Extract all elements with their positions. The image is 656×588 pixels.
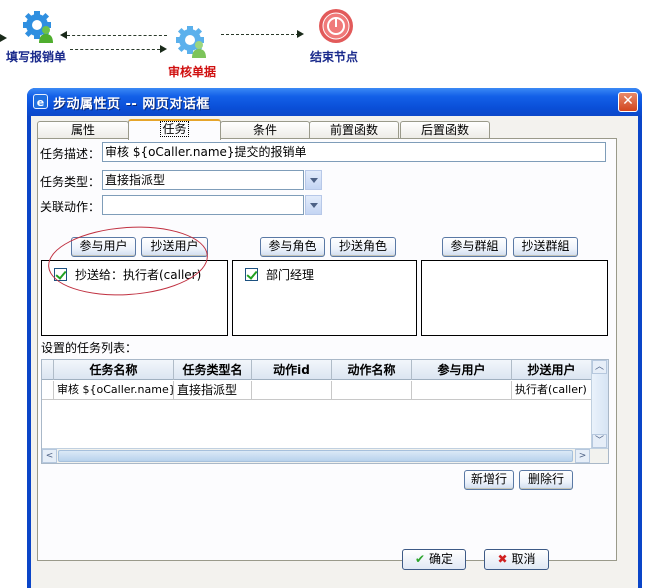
- horizontal-scroll-thumb[interactable]: [58, 450, 573, 462]
- chevron-down-icon: ﹀: [594, 436, 604, 446]
- column-header[interactable]: 任务类型名: [174, 360, 252, 380]
- row-header-cell: [42, 381, 54, 400]
- step-properties-dialog: e 步动属性页 -- 网页对话框 ✕ 属性 任务 条件 前置函数 后置函数 任务…: [27, 88, 642, 588]
- groups-listbox[interactable]: [421, 260, 608, 336]
- checkbox-checked[interactable]: [245, 268, 258, 281]
- vertical-scrollbar[interactable]: ︿ ﹀: [591, 360, 608, 448]
- scroll-right-button[interactable]: >: [575, 449, 590, 463]
- scroll-up-button[interactable]: ︿: [592, 360, 607, 374]
- task-type-label: 任务类型：: [40, 175, 101, 189]
- column-header[interactable]: 参与用户: [412, 360, 512, 380]
- task-desc-label: 任务描述：: [40, 147, 101, 161]
- scroll-left-button[interactable]: <: [42, 449, 57, 463]
- task-type-dropdown-button[interactable]: [305, 170, 322, 190]
- table-cell[interactable]: [412, 381, 512, 400]
- dialog-title: 步动属性页 -- 网页对话框: [53, 97, 210, 112]
- cc-role-button[interactable]: 抄送角色: [330, 237, 396, 257]
- arrow-back-head: [60, 31, 67, 39]
- chevron-right-icon: >: [578, 451, 587, 461]
- add-row-button[interactable]: 新增行: [464, 470, 514, 490]
- action-select[interactable]: [102, 195, 304, 215]
- delete-row-button[interactable]: 删除行: [519, 470, 573, 490]
- ok-button[interactable]: ✔ 确定: [402, 549, 466, 570]
- tab-pre-function[interactable]: 前置函数: [309, 121, 399, 139]
- chevron-left-icon: <: [45, 451, 54, 461]
- node-label-fill-expense[interactable]: 填写报销单: [6, 48, 66, 65]
- column-header[interactable]: 抄送用户: [512, 360, 592, 380]
- arrow-end-head: [297, 30, 304, 38]
- node-label-end[interactable]: 结束节点: [310, 48, 358, 65]
- cross-icon: ✖: [497, 552, 508, 566]
- task-list-label: 设置的任务列表：: [41, 341, 138, 355]
- dialog-client-area: 属性 任务 条件 前置函数 后置函数 任务描述： 审核 ${oCaller.na…: [31, 116, 638, 588]
- node-label-review[interactable]: 审核单据: [168, 63, 216, 80]
- table-cell[interactable]: 审核 ${oCaller.name}: [54, 381, 174, 400]
- participant-group-button[interactable]: 参与群組: [442, 237, 507, 257]
- column-header[interactable]: 动作id: [252, 360, 332, 380]
- table-cell[interactable]: 直接指派型: [174, 381, 252, 400]
- row-header-cell: [42, 360, 54, 380]
- connector-forward: [70, 49, 160, 50]
- table-cell[interactable]: 执行者(caller): [512, 381, 592, 400]
- incoming-arrow: [0, 34, 7, 42]
- roles-listbox[interactable]: 部门经理: [232, 260, 417, 336]
- cancel-button[interactable]: ✖ 取消: [484, 549, 549, 570]
- table-cell[interactable]: [252, 381, 332, 400]
- list-item[interactable]: 部门经理: [245, 266, 314, 283]
- task-node-icon[interactable]: [175, 25, 209, 59]
- column-header[interactable]: 任务名称: [54, 360, 174, 380]
- task-type-select[interactable]: 直接指派型: [102, 170, 304, 190]
- end-node-icon[interactable]: [318, 8, 354, 44]
- cc-group-button[interactable]: 抄送群組: [513, 237, 578, 257]
- ie-icon: e: [33, 94, 48, 109]
- scroll-down-button[interactable]: ﹀: [592, 434, 607, 448]
- connector-to-end: [221, 34, 299, 35]
- participant-role-button[interactable]: 参与角色: [260, 237, 325, 257]
- arrow-forward-head: [160, 45, 167, 53]
- table-cell[interactable]: [332, 381, 412, 400]
- task-desc-input[interactable]: 审核 ${oCaller.name}提交的报销单: [102, 142, 606, 162]
- checkmark-icon: ✔: [415, 552, 426, 566]
- tab-post-function[interactable]: 后置函数: [400, 121, 490, 139]
- tab-task[interactable]: 任务: [128, 119, 221, 140]
- tab-conditions[interactable]: 条件: [220, 121, 310, 139]
- action-dropdown-button[interactable]: [305, 195, 322, 215]
- close-icon: ✕: [622, 93, 634, 109]
- action-label: 关联动作：: [40, 200, 101, 214]
- grid-header: 任务名称 任务类型名 动作id 动作名称 参与用户 抄送用户: [42, 360, 593, 380]
- task-list-grid: 任务名称 任务类型名 动作id 动作名称 参与用户 抄送用户 审核 ${oCal…: [41, 359, 609, 464]
- task-tab-panel: 任务描述： 审核 ${oCaller.name}提交的报销单 任务类型： 直接指…: [37, 138, 617, 561]
- tab-properties[interactable]: 属性: [37, 121, 129, 139]
- column-header[interactable]: 动作名称: [332, 360, 412, 380]
- close-button[interactable]: ✕: [618, 92, 638, 112]
- chevron-up-icon: ︿: [594, 362, 604, 372]
- dialog-titlebar[interactable]: e 步动属性页 -- 网页对话框 ✕: [27, 88, 642, 116]
- connector-back: [67, 35, 167, 36]
- horizontal-scrollbar[interactable]: < >: [42, 448, 608, 463]
- task-node-icon[interactable]: [22, 10, 56, 44]
